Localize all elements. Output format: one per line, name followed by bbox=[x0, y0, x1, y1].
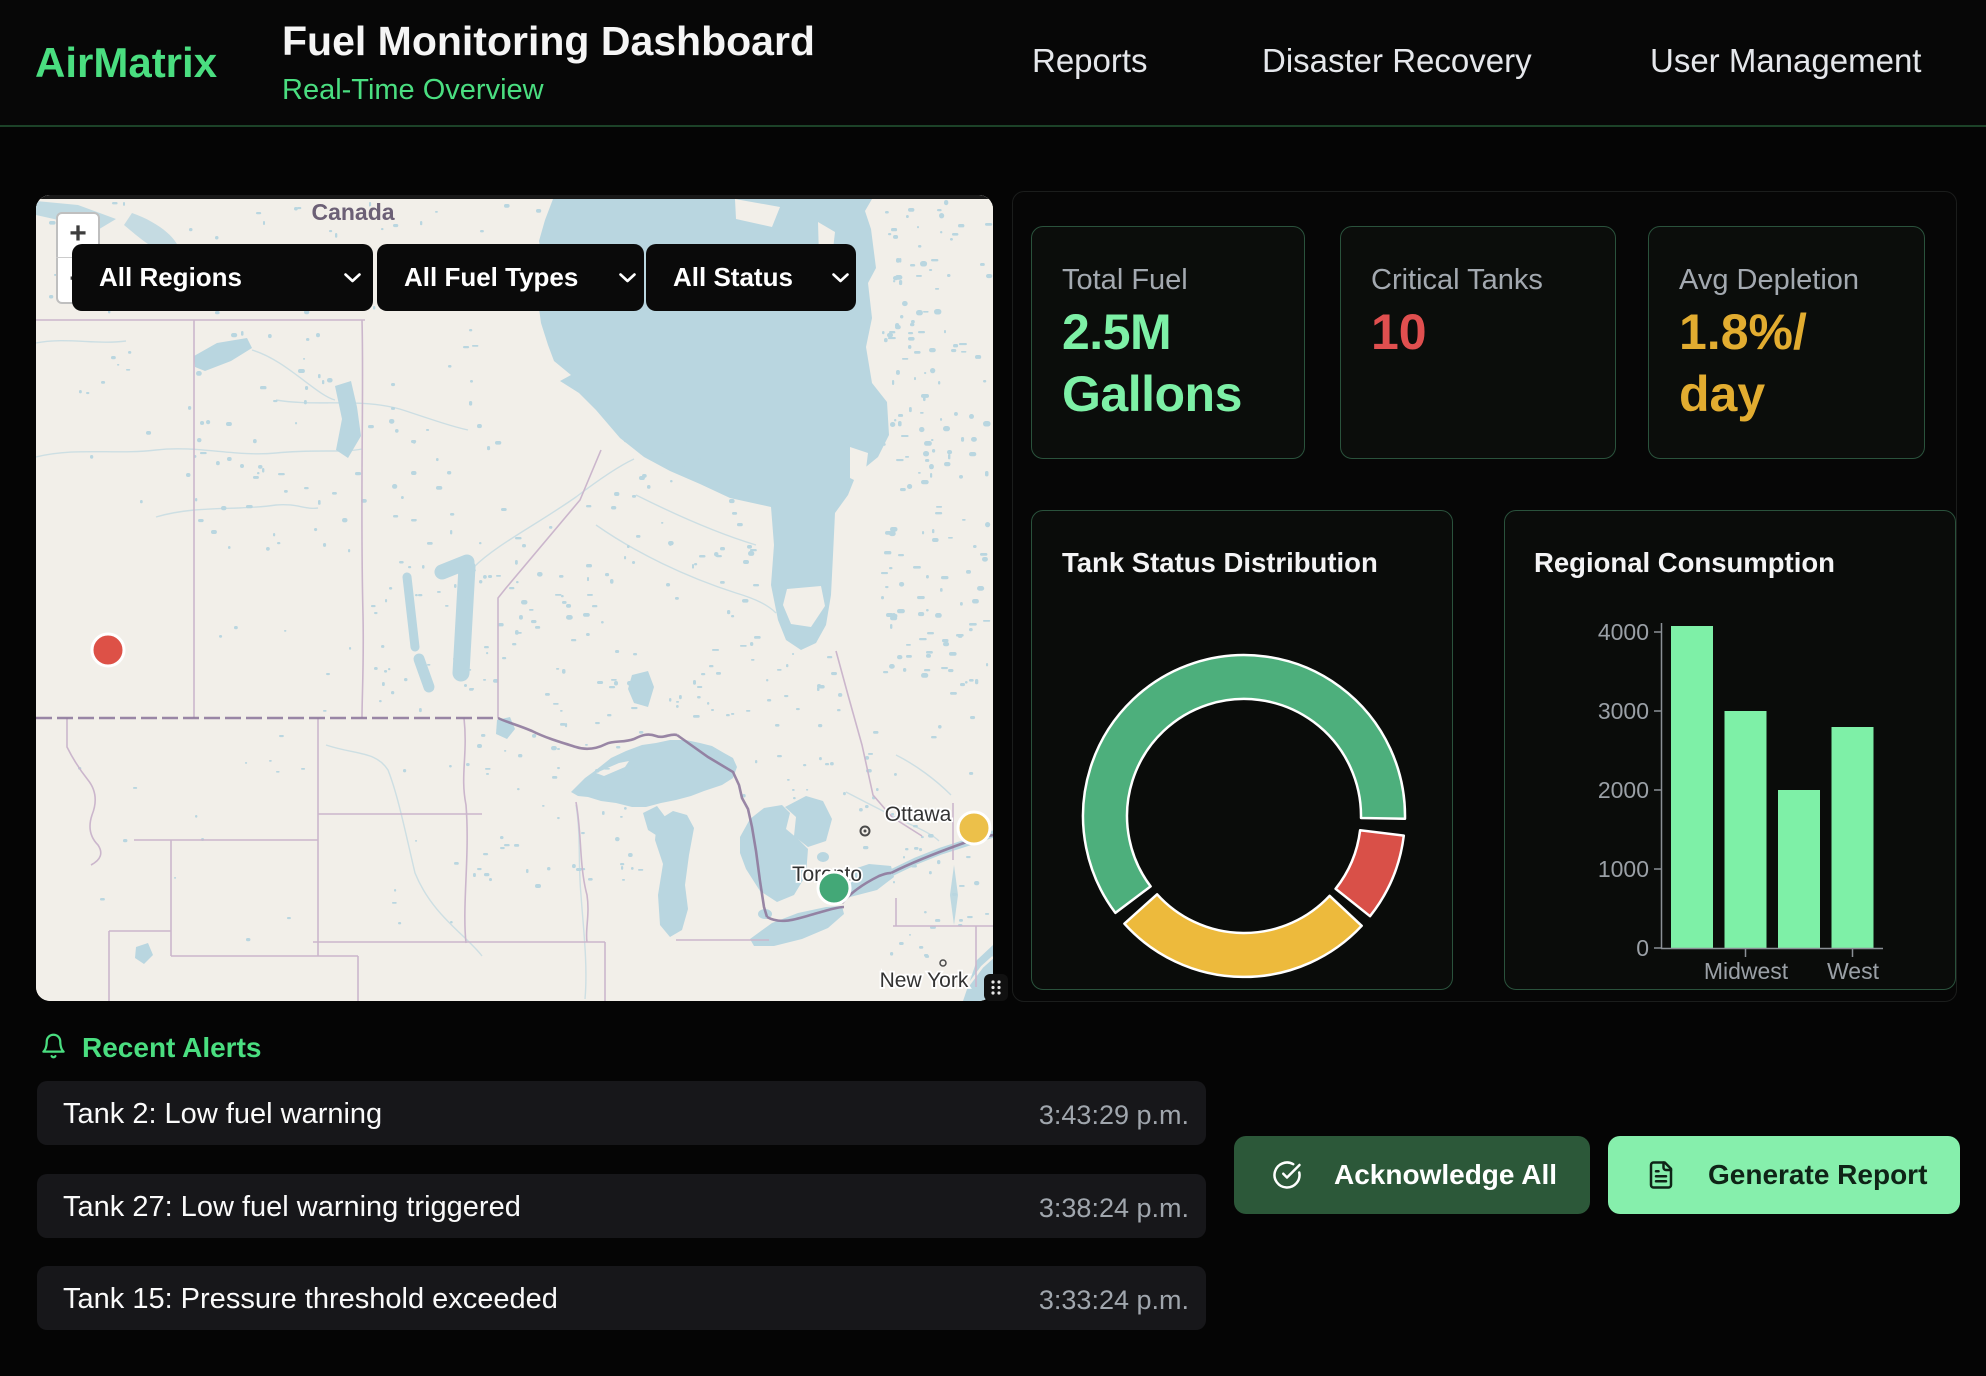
svg-text:3000: 3000 bbox=[1598, 698, 1649, 724]
svg-text:2000: 2000 bbox=[1598, 777, 1649, 803]
svg-text:Ottawa: Ottawa bbox=[885, 803, 952, 826]
svg-text:New York: New York bbox=[880, 969, 969, 992]
svg-text:4000: 4000 bbox=[1598, 619, 1649, 645]
svg-text:1000: 1000 bbox=[1598, 856, 1649, 882]
svg-text:Canada: Canada bbox=[311, 199, 394, 225]
svg-text:Midwest: Midwest bbox=[1704, 958, 1789, 984]
svg-text:0: 0 bbox=[1636, 935, 1649, 961]
svg-text:West: West bbox=[1827, 958, 1880, 984]
